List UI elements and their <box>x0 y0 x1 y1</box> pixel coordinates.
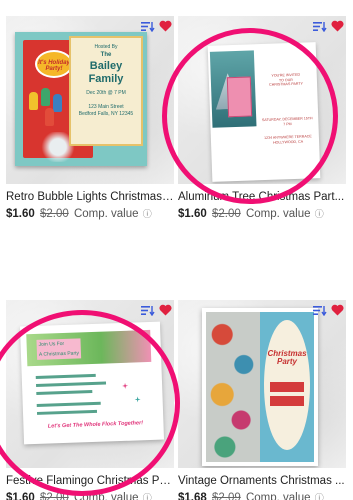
heart-icon[interactable] <box>331 304 344 316</box>
price-line: $1.68 $2.09 Comp. value ⓘ <box>178 490 346 500</box>
bubble-light <box>45 108 54 126</box>
product-card[interactable]: It's Holiday Party! Hosted By The Bailey… <box>6 16 174 222</box>
product-thumbnail[interactable]: Christmas Party <box>178 300 346 468</box>
product-thumbnail[interactable]: YOU'RE INVITED TO OUR CHRISTMAS PARTY SA… <box>178 16 346 184</box>
sort-icon[interactable] <box>141 305 155 316</box>
product-title[interactable]: Vintage Ornaments Christmas ... <box>178 474 346 488</box>
comp-value-label: Comp. value <box>73 492 139 500</box>
invitation-preview: YOU'RE INVITED TO OUR CHRISTMAS PARTY SA… <box>207 42 321 182</box>
sale-price: $1.60 <box>6 492 35 500</box>
heart-icon[interactable] <box>159 304 172 316</box>
info-icon[interactable]: ⓘ <box>315 209 324 219</box>
heart-icon[interactable] <box>331 20 344 32</box>
sort-icon[interactable] <box>313 305 327 316</box>
comp-value-label: Comp. value <box>73 208 139 220</box>
sort-icon[interactable] <box>313 21 327 32</box>
holiday-party-sign: It's Holiday Party! <box>35 50 73 78</box>
product-card[interactable]: Christmas Party Vintage Ornaments Christ… <box>178 300 346 500</box>
bubble-light <box>29 92 38 110</box>
original-price: $2.00 <box>211 208 241 220</box>
invitation-preview: Join Us For A Christmas Party Let's Get … <box>19 321 165 445</box>
product-card[interactable]: YOU'RE INVITED TO OUR CHRISTMAS PARTY SA… <box>178 16 346 222</box>
comp-value-label: Comp. value <box>245 208 311 220</box>
product-title[interactable]: Festive Flamingo Christmas Pa... <box>6 474 174 488</box>
product-title[interactable]: Aluminum Tree Christmas Part... <box>178 190 346 204</box>
original-price: $2.09 <box>211 492 241 500</box>
invitation-preview: It's Holiday Party! Hosted By The Bailey… <box>15 32 147 166</box>
heart-icon[interactable] <box>159 20 172 32</box>
product-thumbnail[interactable]: Join Us For A Christmas Party Let's Get … <box>6 300 174 468</box>
sale-price: $1.60 <box>6 208 35 220</box>
sort-icon[interactable] <box>141 21 155 32</box>
sale-price: $1.68 <box>178 492 207 500</box>
product-thumbnail[interactable]: It's Holiday Party! Hosted By The Bailey… <box>6 16 174 184</box>
bubble-light <box>41 88 50 106</box>
sparkle-icon <box>134 396 141 403</box>
price-line: $1.60 $2.00 Comp. value ⓘ <box>6 490 174 500</box>
original-price: $2.00 <box>39 208 69 220</box>
price-line: $1.60 $2.00 Comp. value ⓘ <box>178 206 346 222</box>
bubble-light <box>53 94 62 112</box>
sparkle-icon <box>122 382 129 389</box>
product-card[interactable]: Join Us For A Christmas Party Let's Get … <box>6 300 174 500</box>
sale-price: $1.60 <box>178 208 207 220</box>
product-title[interactable]: Retro Bubble Lights Christmas ... <box>6 190 174 204</box>
ornaments-image <box>206 312 260 462</box>
comp-value-label: Comp. value <box>245 492 311 500</box>
info-icon[interactable]: ⓘ <box>143 493 152 500</box>
info-icon[interactable]: ⓘ <box>315 493 324 500</box>
info-icon[interactable]: ⓘ <box>143 209 152 219</box>
price-line: $1.60 $2.00 Comp. value ⓘ <box>6 206 174 222</box>
flamingo-scene: Join Us For A Christmas Party <box>26 329 152 367</box>
invitation-preview: Christmas Party <box>202 308 318 466</box>
original-price: $2.00 <box>39 492 69 500</box>
